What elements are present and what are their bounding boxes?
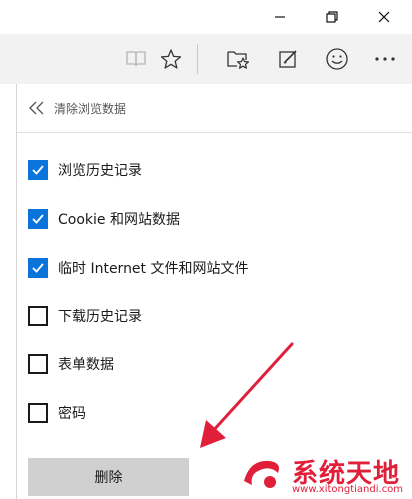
panel-title: 清除浏览数据	[54, 101, 127, 116]
checkbox[interactable]	[28, 209, 48, 229]
more-button[interactable]	[370, 44, 400, 74]
option-passwords[interactable]: 密码	[28, 401, 86, 425]
panel-left-border	[16, 84, 17, 499]
option-temp-files[interactable]: 临时 Internet 文件和网站文件	[28, 256, 249, 280]
option-label: 浏览历史记录	[58, 163, 142, 179]
panel-header: 清除浏览数据	[28, 96, 126, 120]
reading-view-icon	[126, 51, 146, 67]
option-cookies[interactable]: Cookie 和网站数据	[28, 207, 180, 231]
site-logo-icon	[244, 460, 279, 488]
back-chevron-icon[interactable]	[28, 100, 46, 116]
delete-button[interactable]: 删除	[28, 458, 189, 496]
toolbar-separator	[197, 44, 198, 74]
reading-view-button[interactable]	[121, 44, 151, 74]
option-download-history[interactable]: 下载历史记录	[28, 304, 142, 328]
minimize-button[interactable]	[256, 0, 304, 34]
close-button[interactable]	[360, 0, 408, 34]
checkbox[interactable]	[28, 354, 48, 374]
restore-icon	[326, 11, 338, 23]
option-label: 表单数据	[58, 357, 114, 373]
checkbox[interactable]	[28, 306, 48, 326]
title-bar	[0, 0, 412, 34]
checkmark-icon	[32, 263, 44, 273]
more-icon	[375, 57, 395, 61]
close-icon	[378, 11, 390, 23]
checkbox[interactable]	[28, 160, 48, 180]
favorite-star-icon	[160, 49, 182, 69]
annotation-arrow-icon	[200, 342, 294, 448]
option-browsing-history[interactable]: 浏览历史记录	[28, 158, 142, 182]
option-label: Cookie 和网站数据	[58, 212, 180, 228]
option-label: 下载历史记录	[58, 309, 142, 325]
favorites-hub-icon	[227, 51, 249, 69]
checkbox[interactable]	[28, 258, 48, 278]
favorites-hub-button[interactable]	[223, 44, 253, 74]
minimize-icon	[275, 16, 285, 18]
restore-button[interactable]	[308, 0, 356, 34]
option-label: 临时 Internet 文件和网站文件	[58, 261, 249, 277]
checkmark-icon	[32, 165, 44, 175]
browser-toolbar	[0, 34, 412, 84]
watermark: 系统天地 www.xitongtiandi.com	[232, 447, 412, 499]
option-label: 密码	[58, 406, 86, 422]
checkmark-icon	[32, 214, 44, 224]
watermark-url: www.xitongtiandi.com	[292, 484, 404, 495]
feedback-button[interactable]	[322, 44, 352, 74]
option-form-data[interactable]: 表单数据	[28, 352, 114, 376]
web-note-button[interactable]	[273, 44, 303, 74]
checkbox[interactable]	[28, 403, 48, 423]
header-divider	[16, 132, 412, 133]
feedback-smiley-icon	[326, 48, 348, 70]
favorite-button[interactable]	[156, 44, 186, 74]
web-note-icon	[279, 50, 297, 68]
